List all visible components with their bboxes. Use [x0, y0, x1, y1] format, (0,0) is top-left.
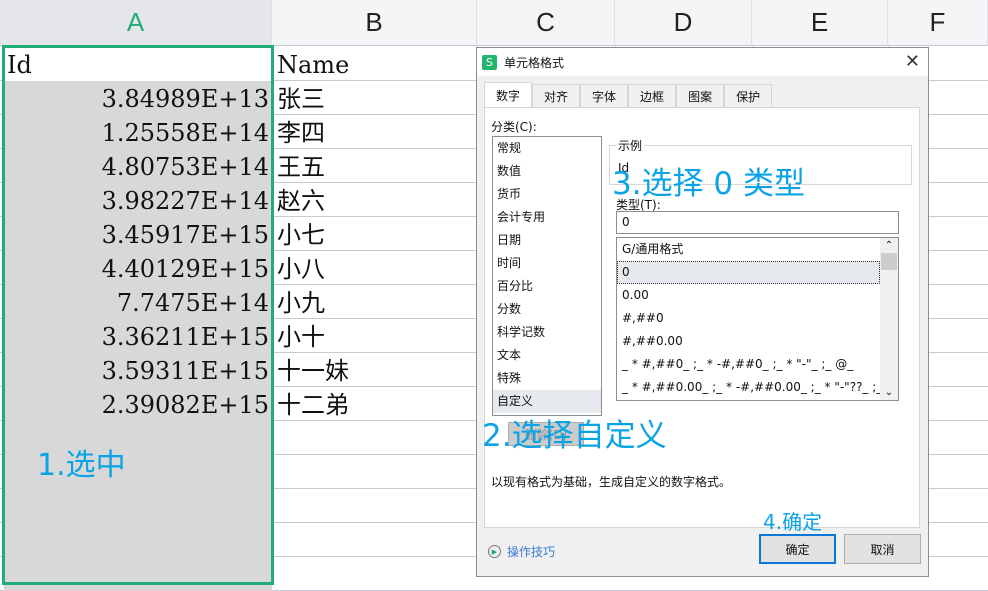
category-list[interactable]: 常规 数值 货币 会计专用 日期 时间 百分比 分数 科学记数 文本 特殊 自定义 [492, 136, 602, 416]
cell-b[interactable]: 李四 [274, 115, 474, 149]
column-header-C[interactable]: C [477, 0, 615, 46]
format-item[interactable]: _ * #,##0.00_ ;_ * -#,##0.00_ ;_ * "-"??… [617, 376, 880, 399]
column-header-F[interactable]: F [888, 0, 988, 46]
column-header-A[interactable]: A [0, 0, 272, 46]
format-item[interactable]: #,##0 [617, 307, 880, 330]
cell-b[interactable]: 张三 [274, 81, 474, 115]
sample-label: 示例 [616, 137, 645, 154]
annotation-step2: 2.选择自定义 [482, 418, 667, 454]
format-item[interactable]: #,##0.00 [617, 330, 880, 353]
format-item[interactable]: 0 [617, 261, 880, 284]
tab-5[interactable]: 保护 [724, 84, 773, 107]
tab-0[interactable]: 数字 [484, 82, 533, 108]
annotation-step3: 3.选择 0 类型 [612, 166, 806, 202]
column-header-B[interactable]: B [272, 0, 477, 46]
column-selection-border [2, 45, 274, 585]
cell-b[interactable]: 十一妹 [274, 353, 474, 387]
format-description: 以现有格式为基础，生成自定义的数字格式。 [491, 475, 732, 489]
cell-b[interactable]: Name [274, 47, 474, 81]
annotation-step1: 1.选中 [37, 448, 126, 483]
category-item[interactable]: 分数 [493, 298, 601, 321]
category-item[interactable]: 数值 [493, 160, 601, 183]
category-label: 分类(C): [491, 120, 537, 134]
cell-b[interactable]: 小九 [274, 285, 474, 319]
cell-b[interactable]: 十二弟 [274, 387, 474, 421]
cell-b[interactable] [274, 455, 474, 489]
dialog-title: 单元格格式 [504, 55, 565, 70]
category-item[interactable]: 科学记数 [493, 321, 601, 344]
category-item[interactable]: 日期 [493, 229, 601, 252]
category-item[interactable]: 文本 [493, 344, 601, 367]
category-item[interactable]: 会计专用 [493, 206, 601, 229]
cell-b[interactable]: 小七 [274, 217, 474, 251]
annotation-step4: 4.确定 [763, 510, 823, 534]
format-item[interactable]: _ * #,##0_ ;_ * -#,##0_ ;_ * "-"_ ;_ @_ [617, 353, 880, 376]
column-header-E[interactable]: E [752, 0, 888, 46]
cell-b[interactable]: 赵六 [274, 183, 474, 217]
tips-link[interactable]: ▶ 操作技巧 [488, 543, 555, 560]
scroll-thumb[interactable] [881, 253, 897, 270]
scroll-down-icon[interactable]: ⌄ [880, 387, 898, 398]
scrollbar[interactable]: ⌃ ⌄ [880, 238, 898, 400]
cancel-button[interactable]: 取消 [844, 534, 921, 564]
format-item[interactable]: 0.00 [617, 284, 880, 307]
category-item[interactable]: 时间 [493, 252, 601, 275]
category-item[interactable]: 常规 [493, 137, 601, 160]
column-header-D[interactable]: D [615, 0, 752, 46]
ok-button[interactable]: 确定 [759, 534, 836, 564]
type-input[interactable]: 0 [616, 211, 899, 234]
tab-1[interactable]: 对齐 [532, 84, 581, 107]
tips-label: 操作技巧 [507, 545, 556, 559]
category-item[interactable]: 百分比 [493, 275, 601, 298]
close-icon[interactable]: ✕ [905, 51, 920, 72]
cell-b[interactable] [274, 523, 474, 557]
tab-4[interactable]: 图案 [676, 84, 725, 107]
format-list[interactable]: G/通用格式 0 0.00 #,##0 #,##0.00 _ * #,##0_ ;_ * … [616, 237, 899, 401]
play-icon: ▶ [488, 545, 501, 558]
cell-b[interactable] [274, 489, 474, 523]
cell-b[interactable] [274, 557, 474, 591]
app-logo-icon: S [482, 54, 497, 70]
category-item[interactable]: 货币 [493, 183, 601, 206]
category-item[interactable]: 特殊 [493, 367, 601, 390]
cell-b[interactable]: 小八 [274, 251, 474, 285]
tab-2[interactable]: 字体 [580, 84, 629, 107]
tab-3[interactable]: 边框 [628, 84, 677, 107]
cell-b[interactable]: 小十 [274, 319, 474, 353]
cell-b[interactable]: 王五 [274, 149, 474, 183]
format-item[interactable]: G/通用格式 [617, 238, 880, 261]
cell-b[interactable] [274, 421, 474, 455]
tab-bar: 数字 对齐 字体 边框 图案 保护 [484, 82, 773, 108]
dialog-titlebar: S 单元格格式 ✕ [477, 48, 928, 76]
scroll-up-icon[interactable]: ⌃ [880, 240, 898, 251]
format-cells-dialog: S 单元格格式 ✕ 数字 对齐 字体 边框 图案 保护 分类(C): 常规 数值 货币 会计专用… [476, 47, 929, 577]
